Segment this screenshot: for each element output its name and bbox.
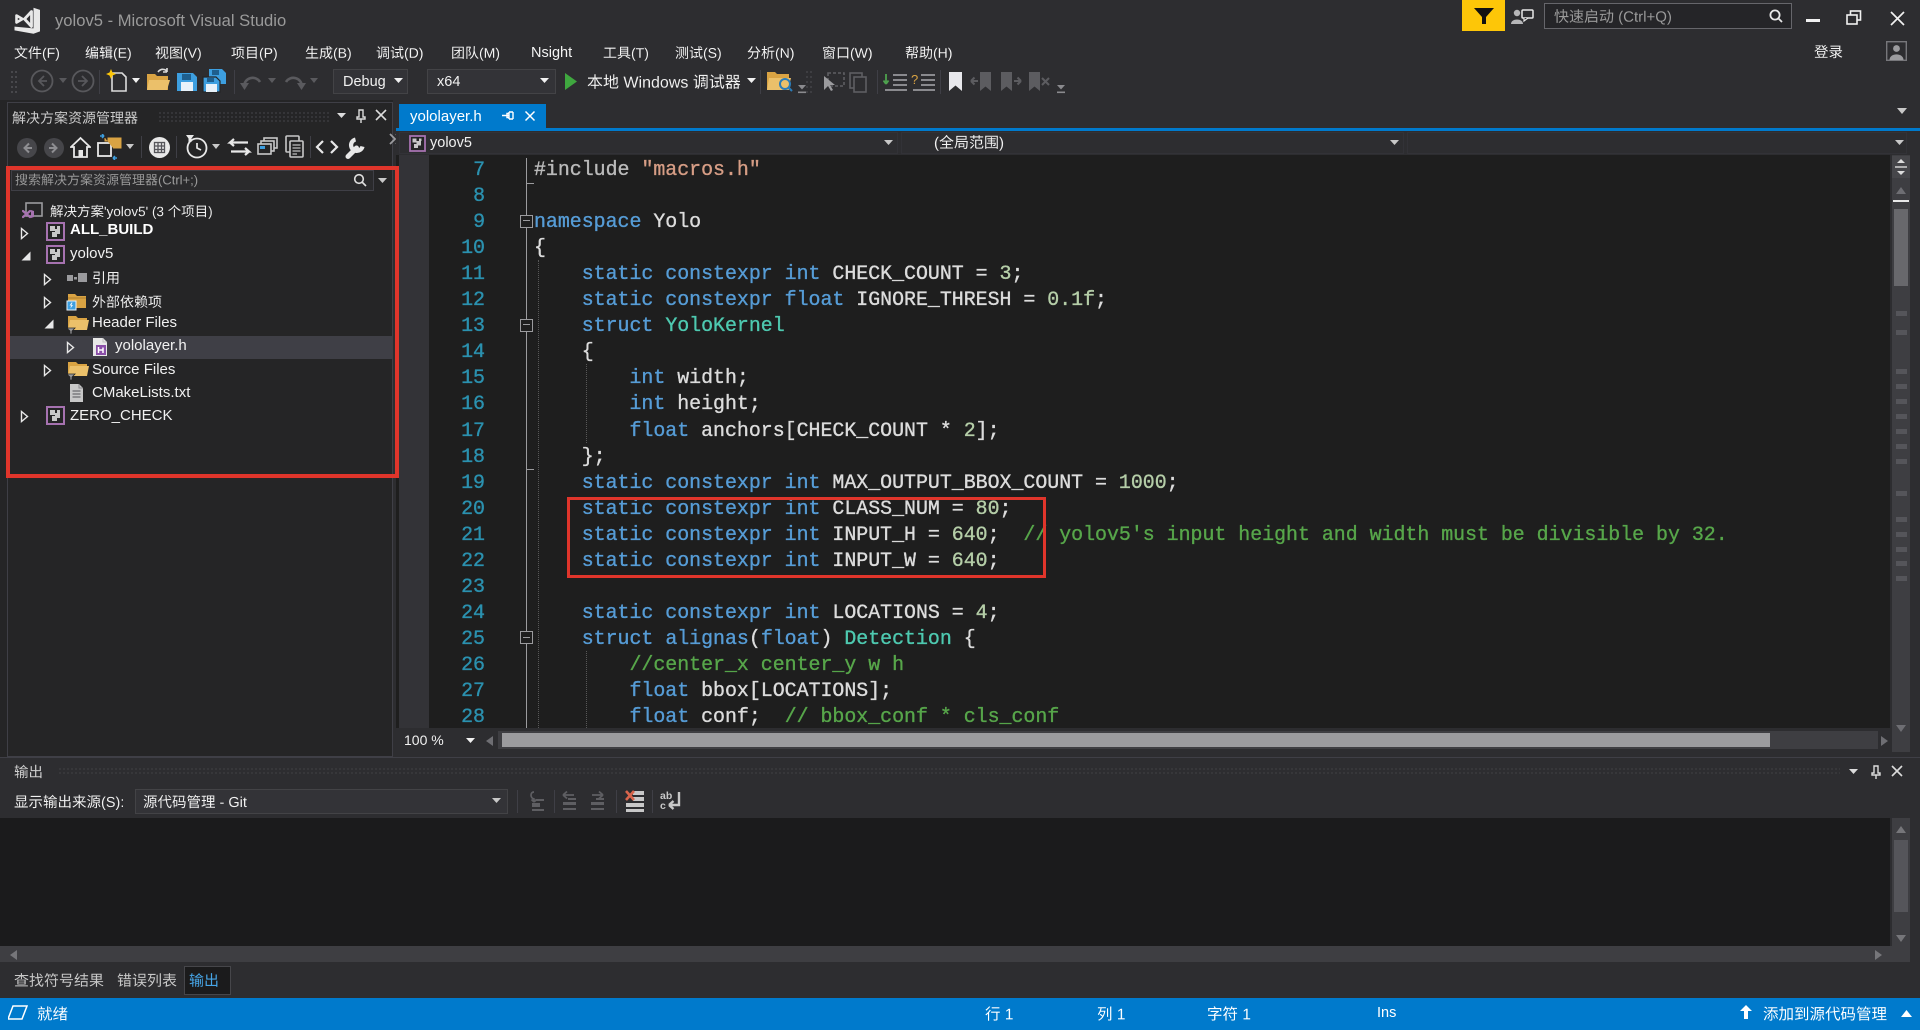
svg-text:?: ? — [911, 72, 918, 87]
svg-text:c: c — [660, 800, 666, 812]
